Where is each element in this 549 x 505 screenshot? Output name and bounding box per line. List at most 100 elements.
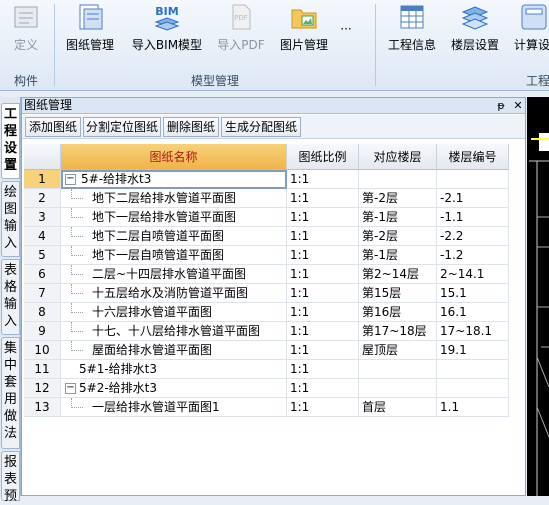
drawing-name-cell[interactable]: −5#-给排水t3 — [61, 170, 287, 189]
table-row[interactable]: 2 地下二层给排水管道平面图 1:1 第-2层 -2.1 — [24, 189, 524, 208]
floor-code-cell[interactable] — [437, 170, 509, 189]
drawing-name-cell[interactable]: 屋面给排水管道平面图 — [61, 341, 287, 360]
drawing-name-cell[interactable]: 十五层给水及消防管道平面图 — [61, 284, 287, 303]
side-tab-report[interactable]: 报表预 — [1, 451, 20, 504]
drawing-name-cell[interactable]: 二层~十四层排水管道平面图 — [61, 265, 287, 284]
row-number[interactable]: 7 — [24, 284, 61, 303]
floor-cell[interactable] — [359, 379, 437, 398]
row-number[interactable]: 8 — [24, 303, 61, 322]
floor-cell[interactable]: 第-1层 — [359, 208, 437, 227]
floor-cell[interactable]: 第-1层 — [359, 246, 437, 265]
floor-code-cell[interactable]: 15.1 — [437, 284, 509, 303]
floor-code-cell[interactable]: 16.1 — [437, 303, 509, 322]
generate-assign-drawing-button[interactable]: 生成分配图纸 — [221, 117, 301, 137]
column-header-name[interactable]: 图纸名称 — [61, 144, 287, 170]
cad-canvas[interactable] — [527, 97, 549, 496]
floor-code-cell[interactable]: -1.1 — [437, 208, 509, 227]
floor-cell[interactable]: 第-2层 — [359, 189, 437, 208]
floor-cell[interactable]: 屋顶层 — [359, 341, 437, 360]
delete-drawing-button[interactable]: 删除图纸 — [163, 117, 219, 137]
table-row[interactable]: 10 屋面给排水管道平面图 1:1 屋顶层 19.1 — [24, 341, 524, 360]
drawing-management-button[interactable]: 图纸管理 — [62, 0, 118, 68]
collapse-toggle-icon[interactable]: − — [65, 174, 76, 185]
drawing-name-cell[interactable]: 地下二层自喷管道平面图 — [61, 227, 287, 246]
table-row[interactable]: 5 地下一层自喷管道平面图 1:1 第-1层 -1.2 — [24, 246, 524, 265]
table-row[interactable]: 7 十五层给水及消防管道平面图 1:1 第15层 15.1 — [24, 284, 524, 303]
floor-cell[interactable]: 第-2层 — [359, 227, 437, 246]
side-tab-centralized-method[interactable]: 集中套用做法 — [1, 337, 20, 449]
scale-cell[interactable]: 1:1 — [287, 246, 359, 265]
table-row[interactable]: 8 十六层排水管道平面图 1:1 第16层 16.1 — [24, 303, 524, 322]
table-row[interactable]: 13 一层给排水管道平面图1 1:1 首层 1.1 — [24, 398, 524, 417]
drawing-name-cell[interactable]: 地下一层自喷管道平面图 — [61, 246, 287, 265]
collapse-toggle-icon[interactable]: − — [65, 383, 76, 394]
drawing-name-cell[interactable]: 一层给排水管道平面图1 — [61, 398, 287, 417]
column-header-floor[interactable]: 对应楼层 — [359, 144, 437, 170]
floor-cell[interactable]: 第17~18层 — [359, 322, 437, 341]
floor-code-cell[interactable]: 17~18.1 — [437, 322, 509, 341]
floor-code-cell[interactable]: 19.1 — [437, 341, 509, 360]
import-bim-button[interactable]: BIM 导入BIM模型 — [128, 0, 206, 68]
row-number[interactable]: 4 — [24, 227, 61, 246]
scale-cell[interactable]: 1:1 — [287, 322, 359, 341]
image-management-button[interactable]: 图片管理 — [276, 0, 332, 68]
drawing-name-cell[interactable]: 地下二层给排水管道平面图 — [61, 189, 287, 208]
import-pdf-button[interactable]: PDF 导入PDF — [212, 0, 270, 68]
column-header-floor-code[interactable]: 楼层编号 — [437, 144, 509, 170]
table-row[interactable]: 12−5#2-给排水t3 1:1 — [24, 379, 524, 398]
floor-code-cell[interactable] — [437, 379, 509, 398]
floor-cell[interactable]: 第2~14层 — [359, 265, 437, 284]
floor-cell[interactable]: 首层 — [359, 398, 437, 417]
floor-settings-button[interactable]: 楼层设置 — [446, 0, 504, 68]
scale-cell[interactable]: 1:1 — [287, 265, 359, 284]
drawing-name-cell[interactable]: 十七、十八层给排水管道平面图 — [61, 322, 287, 341]
more-button[interactable]: ··· — [336, 0, 356, 68]
floor-code-cell[interactable]: -2.2 — [437, 227, 509, 246]
scale-cell[interactable]: 1:1 — [287, 208, 359, 227]
row-number[interactable]: 3 — [24, 208, 61, 227]
scale-cell[interactable]: 1:1 — [287, 284, 359, 303]
row-number[interactable]: 5 — [24, 246, 61, 265]
floor-cell[interactable]: 第15层 — [359, 284, 437, 303]
floor-code-cell[interactable]: 2~14.1 — [437, 265, 509, 284]
table-row[interactable]: 6 二层~十四层排水管道平面图 1:1 第2~14层 2~14.1 — [24, 265, 524, 284]
drawing-name-cell[interactable]: 十六层排水管道平面图 — [61, 303, 287, 322]
floor-code-cell[interactable] — [437, 360, 509, 379]
side-tab-drawing-input[interactable]: 绘图输入 — [1, 181, 20, 257]
row-number[interactable]: 6 — [24, 265, 61, 284]
close-icon[interactable]: ✕ — [511, 98, 525, 113]
project-info-button[interactable]: 工程信息 — [384, 0, 440, 68]
table-row[interactable]: 11 5#1-给排水t3 1:1 — [24, 360, 524, 379]
pin-icon[interactable]: ᵽ — [494, 98, 508, 113]
floor-cell[interactable]: 第16层 — [359, 303, 437, 322]
drawing-name-cell[interactable]: 地下一层给排水管道平面图 — [61, 208, 287, 227]
floor-cell[interactable] — [359, 170, 437, 189]
side-tab-project-settings[interactable]: 工程设置 — [1, 103, 20, 179]
scale-cell[interactable]: 1:1 — [287, 360, 359, 379]
define-button[interactable]: 定义 — [2, 0, 50, 68]
table-row[interactable]: 4 地下二层自喷管道平面图 1:1 第-2层 -2.2 — [24, 227, 524, 246]
scale-cell[interactable]: 1:1 — [287, 227, 359, 246]
table-row[interactable]: 1−5#-给排水t3 1:1 — [24, 170, 524, 189]
row-number[interactable]: 1 — [24, 170, 61, 189]
scale-cell[interactable]: 1:1 — [287, 303, 359, 322]
table-row[interactable]: 3 地下一层给排水管道平面图 1:1 第-1层 -1.1 — [24, 208, 524, 227]
row-number[interactable]: 10 — [24, 341, 61, 360]
row-number[interactable]: 2 — [24, 189, 61, 208]
split-locate-drawing-button[interactable]: 分割定位图纸 — [83, 117, 161, 137]
row-number[interactable]: 11 — [24, 360, 61, 379]
floor-cell[interactable] — [359, 360, 437, 379]
scale-cell[interactable]: 1:1 — [287, 398, 359, 417]
row-number[interactable]: 13 — [24, 398, 61, 417]
add-drawing-button[interactable]: 添加图纸 — [25, 117, 81, 137]
drawing-name-cell[interactable]: −5#2-给排水t3 — [61, 379, 287, 398]
scale-cell[interactable]: 1:1 — [287, 379, 359, 398]
column-header-scale[interactable]: 图纸比例 — [287, 144, 359, 170]
scale-cell[interactable]: 1:1 — [287, 170, 359, 189]
drawing-name-cell[interactable]: 5#1-给排水t3 — [61, 360, 287, 379]
side-tab-table-input[interactable]: 表格输入 — [1, 259, 20, 335]
calculation-settings-button[interactable]: 计算设 — [510, 0, 549, 68]
floor-code-cell[interactable]: -1.2 — [437, 246, 509, 265]
table-row[interactable]: 9 十七、十八层给排水管道平面图 1:1 第17~18层 17~18.1 — [24, 322, 524, 341]
floor-code-cell[interactable]: 1.1 — [437, 398, 509, 417]
